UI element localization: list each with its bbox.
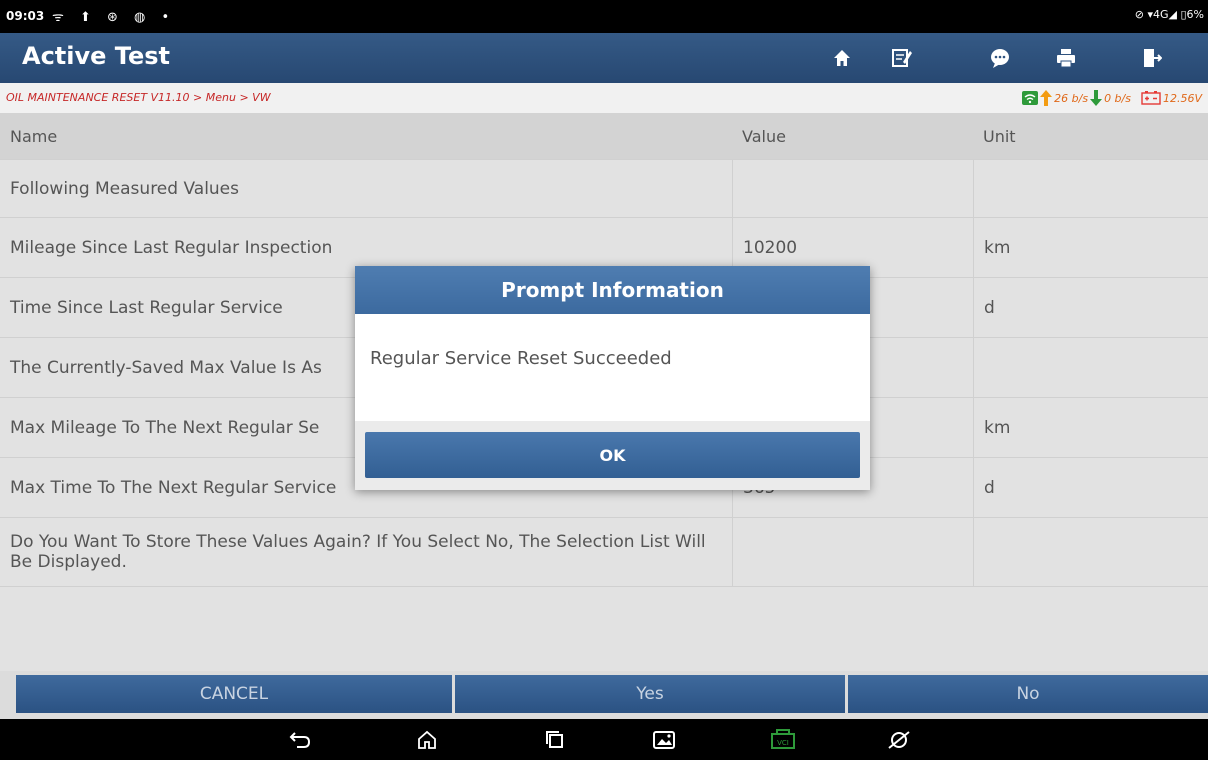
download-arrow-icon (1090, 90, 1103, 106)
dialog-footer: OK (355, 421, 870, 490)
action-bar: CANCEL Yes No (0, 671, 1208, 719)
row-unit: d (973, 458, 1208, 517)
cancel-button[interactable]: CANCEL (16, 675, 452, 713)
home-nav-button[interactable] (414, 727, 440, 753)
table-header: Name Value Unit (0, 113, 1208, 160)
breadcrumb: OIL MAINTENANCE RESET V11.10 > Menu > VW (6, 91, 271, 104)
row-unit (973, 518, 1208, 586)
wifi-icon (1022, 91, 1039, 105)
breadcrumb-bar: OIL MAINTENANCE RESET V11.10 > Menu > VW… (0, 83, 1208, 113)
table-row[interactable]: Following Measured Values (0, 160, 1208, 218)
edit-report-button[interactable] (880, 44, 924, 72)
system-navigation-bar: VCI (0, 719, 1208, 760)
vci-button[interactable]: VCI (768, 727, 798, 753)
row-unit: km (973, 398, 1208, 457)
print-button[interactable] (1044, 44, 1088, 72)
screenshot-button[interactable] (651, 727, 677, 753)
clock: 09:03 (6, 9, 45, 23)
recent-apps-button[interactable] (542, 727, 568, 753)
column-header-name: Name (10, 126, 58, 146)
printer-icon (1057, 49, 1075, 68)
home-button[interactable] (820, 44, 864, 72)
row-unit: d (973, 278, 1208, 337)
vci-connector-icon: VCI (771, 729, 795, 749)
voltage-reading: 12.56V (1162, 91, 1202, 105)
edit-icon (892, 49, 912, 67)
dialog-message: Regular Service Reset Succeeded (370, 348, 672, 369)
no-button[interactable]: No (848, 675, 1208, 713)
system-status-bar: 09:03 ᯤ ⬆ ⊛ ◍ • ⊘ ▾4G◢ ▯6% (0, 0, 1208, 33)
exit-door-icon (1144, 49, 1162, 67)
prompt-dialog: Prompt Information Regular Service Reset… (355, 266, 870, 490)
row-unit: km (973, 218, 1208, 277)
svg-text:VCI: VCI (777, 739, 789, 747)
page-title: Active Test (22, 42, 170, 70)
row-value (732, 160, 973, 217)
back-icon (289, 732, 311, 748)
row-name: Following Measured Values (10, 178, 240, 199)
chat-bubble-icon (991, 49, 1009, 68)
row-unit (973, 338, 1208, 397)
upload-rate: 26 b/s (1054, 91, 1089, 105)
row-name: Do You Want To Store These Values Again?… (10, 532, 706, 572)
dialog-title: Prompt Information (355, 266, 870, 314)
row-unit (973, 160, 1208, 217)
yes-button[interactable]: Yes (455, 675, 845, 713)
recent-apps-icon (546, 731, 563, 748)
browser-button[interactable] (886, 727, 912, 753)
exit-button[interactable] (1130, 44, 1174, 72)
message-button[interactable] (978, 44, 1022, 72)
system-indicator-icons: ⊘ ▾4G◢ ▯6% (1134, 8, 1204, 21)
download-rate: 0 b/s (1104, 91, 1131, 105)
battery-icon (1141, 91, 1161, 105)
notification-icons: ᯤ ⬆ ⊛ ◍ • (52, 10, 176, 25)
column-header-unit: Unit (983, 126, 1016, 146)
table-row[interactable]: Do You Want To Store These Values Again?… (0, 518, 1208, 587)
image-icon (653, 731, 675, 749)
upload-arrow-icon (1040, 90, 1053, 106)
column-header-value: Value (742, 126, 786, 146)
back-button[interactable] (287, 727, 313, 753)
orbit-icon (888, 731, 910, 749)
connection-status: 26 b/s 0 b/s 12.56V (1022, 90, 1202, 106)
row-value (732, 518, 973, 586)
home-icon (834, 50, 850, 66)
home-outline-icon (418, 730, 436, 749)
ok-button[interactable]: OK (365, 432, 860, 478)
app-header: Active Test (0, 33, 1208, 83)
